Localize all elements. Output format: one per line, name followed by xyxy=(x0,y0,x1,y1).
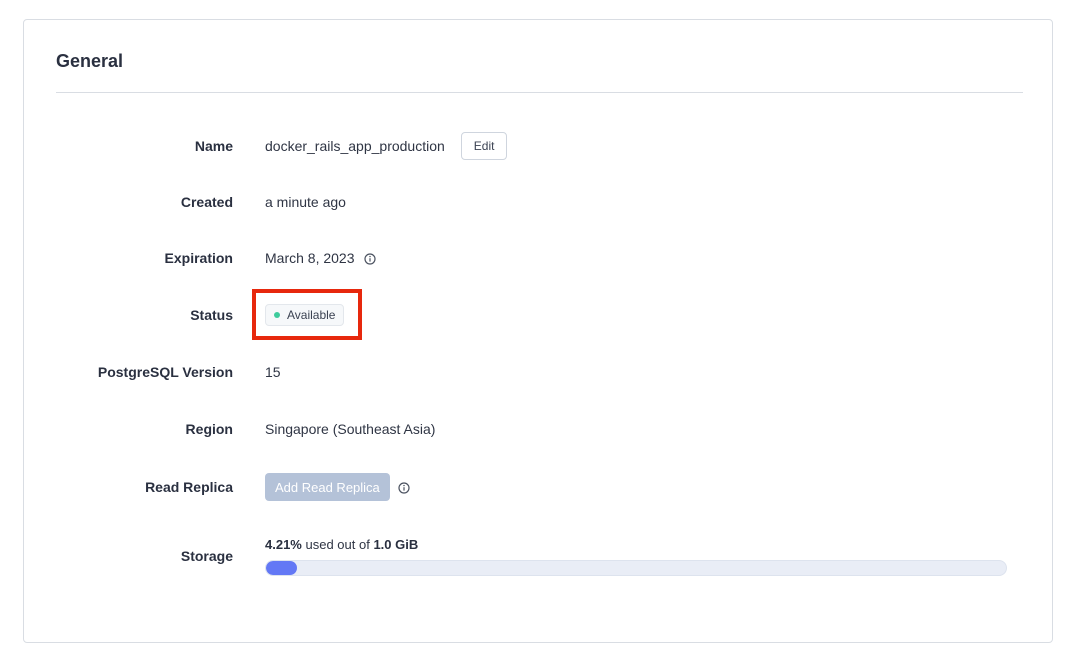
read-replica-value-wrap: Add Read Replica xyxy=(265,473,410,501)
storage-progress-bar xyxy=(265,559,1007,576)
storage-usage-text: 4.21% used out of 1.0 GiB xyxy=(265,537,1007,552)
expiration-value-wrap: March 8, 2023 xyxy=(265,250,376,266)
storage-label: Storage xyxy=(180,548,233,564)
storage-percent: 4.21% xyxy=(265,536,302,552)
region-value: Singapore (Southeast Asia) xyxy=(265,421,436,437)
read-replica-info-icon[interactable] xyxy=(398,481,410,494)
storage-row: Storage 4.21% used out of 1.0 GiB xyxy=(24,534,1054,578)
created-value: a minute ago xyxy=(265,194,346,210)
name-label: Name xyxy=(194,138,233,154)
postgres-version-value: 15 xyxy=(265,364,281,380)
read-replica-row: Read Replica Add Read Replica xyxy=(24,473,1054,501)
postgres-version-row: PostgreSQL Version 15 xyxy=(24,360,1054,384)
storage-progress-fill xyxy=(266,560,298,575)
status-row: Status Available xyxy=(24,302,1054,328)
status-label: Status xyxy=(190,307,233,323)
expiration-value: March 8, 2023 xyxy=(265,250,355,266)
expiration-label: Expiration xyxy=(164,250,233,266)
region-label: Region xyxy=(185,421,233,437)
postgres-version-label: PostgreSQL Version xyxy=(97,364,233,380)
edit-name-button[interactable]: Edit xyxy=(460,132,508,160)
name-value: docker_rails_app_production xyxy=(265,138,445,154)
expiration-row: Expiration March 8, 2023 xyxy=(24,246,1054,270)
name-row: Name docker_rails_app_production Edit xyxy=(24,131,1054,161)
general-card: General Name docker_rails_app_production… xyxy=(23,19,1053,643)
add-read-replica-button[interactable]: Add Read Replica xyxy=(265,473,390,501)
expiration-info-icon[interactable] xyxy=(363,252,376,265)
created-row: Created a minute ago xyxy=(24,190,1054,214)
created-value-wrap: a minute ago xyxy=(265,194,346,210)
title-divider xyxy=(56,92,1023,93)
storage-block: 4.21% used out of 1.0 GiB xyxy=(265,537,1007,576)
postgres-version-value-wrap: 15 xyxy=(265,364,281,380)
read-replica-label: Read Replica xyxy=(145,479,233,495)
storage-total: 1.0 GiB xyxy=(373,536,419,552)
region-row: Region Singapore (Southeast Asia) xyxy=(24,417,1054,441)
storage-middle-text: used out of xyxy=(301,536,374,552)
name-value-wrap: docker_rails_app_production Edit xyxy=(265,132,508,160)
status-highlight-box xyxy=(252,289,362,340)
region-value-wrap: Singapore (Southeast Asia) xyxy=(265,421,435,437)
card-title: General xyxy=(56,51,124,71)
created-label: Created xyxy=(180,194,233,210)
